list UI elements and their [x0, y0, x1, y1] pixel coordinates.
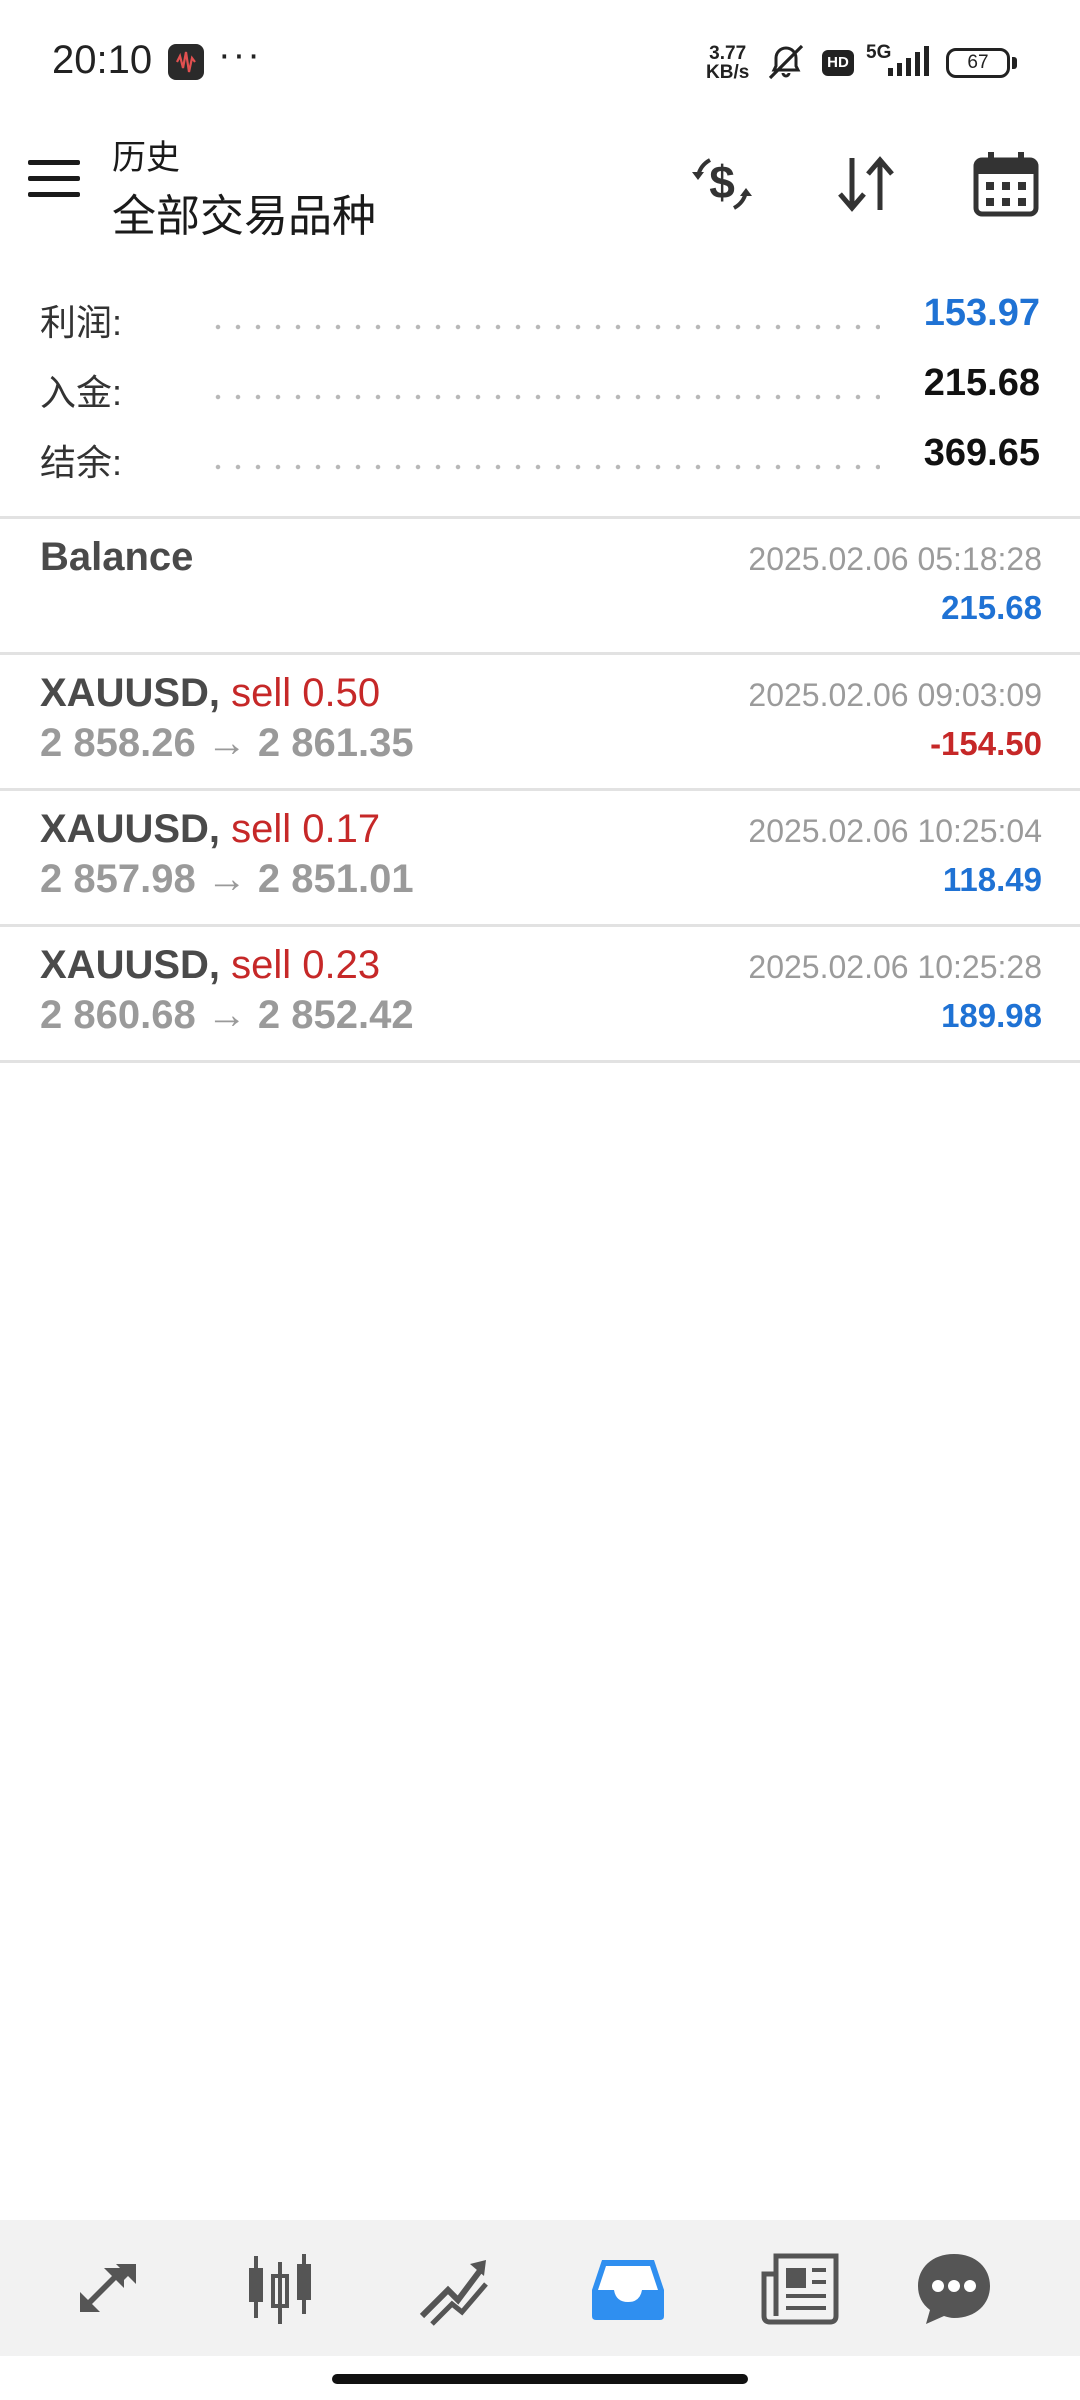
net-speed-unit: KB/s: [706, 62, 750, 83]
dotted-leader: [208, 324, 880, 330]
hd-icon: HD: [822, 50, 854, 76]
deal-time: 2025.02.06 10:25:28: [748, 949, 1042, 985]
status-bar: 20:10 ··· 3.77 KB/s HD 5G 67: [0, 0, 1080, 128]
chat-icon[interactable]: [912, 2246, 996, 2330]
deal-profit: 118.49: [942, 861, 1042, 898]
deal-symbol: XAUUSD, sell 0.50: [40, 671, 380, 716]
deal-symbol: XAUUSD, sell 0.23: [40, 943, 380, 988]
deal-side: sell 0.50: [231, 671, 381, 715]
deal-side: sell 0.17: [231, 807, 381, 851]
deposit-value: 215.68: [923, 362, 1040, 404]
header-title[interactable]: 全部交易品种: [112, 180, 376, 244]
menu-icon[interactable]: [28, 160, 80, 200]
battery-icon: 67: [946, 48, 1010, 78]
deal-symbol-text: XAUUSD: [40, 807, 209, 851]
deal-prices: 2 857.98 → 2 851.01: [40, 857, 414, 901]
deal-time: 2025.02.06 09:03:09: [748, 677, 1042, 713]
summary-deposit-row: 入金: 215.68: [0, 358, 1080, 418]
status-time: 20:10: [52, 38, 153, 82]
trade-icon[interactable]: [412, 2246, 496, 2330]
deal-profit: 215.68: [941, 589, 1042, 626]
quotes-icon[interactable]: [66, 2246, 150, 2330]
profit-label: 利润:: [40, 302, 123, 343]
chart-icon[interactable]: [238, 2246, 322, 2330]
calendar-icon[interactable]: [968, 146, 1044, 222]
balance-label: 结余:: [40, 442, 123, 483]
deal-profit: 189.98: [941, 997, 1042, 1034]
deal-profit: -154.50: [930, 725, 1042, 762]
mute-icon: [764, 42, 808, 87]
summary-balance-row: 结余: 369.65: [0, 428, 1080, 488]
deal-row[interactable]: XAUUSD, sell 0.50 2 858.26 → 2 861.35 20…: [0, 655, 1080, 787]
battery-tip: [1012, 57, 1017, 69]
signal-icon: [886, 46, 936, 83]
deal-time: 2025.02.06 10:25:04: [748, 813, 1042, 849]
profit-value: 153.97: [923, 292, 1040, 334]
dotted-leader: [208, 464, 880, 470]
status-more-icon: ···: [218, 34, 262, 76]
bottom-nav: [0, 2220, 1080, 2356]
divider: [0, 1060, 1080, 1063]
dotted-leader: [208, 394, 880, 400]
net-speed-value: 3.77: [709, 43, 747, 64]
deal-row-balance[interactable]: Balance 2025.02.06 05:18:28 215.68: [0, 519, 1080, 651]
deal-prices: 2 858.26 → 2 861.35: [40, 721, 414, 765]
deal-row[interactable]: XAUUSD, sell 0.23 2 860.68 → 2 852.42 20…: [0, 927, 1080, 1059]
deal-symbol: XAUUSD, sell 0.17: [40, 807, 380, 852]
deal-time: 2025.02.06 05:18:28: [748, 541, 1042, 577]
home-indicator[interactable]: [332, 2374, 748, 2384]
deposit-label: 入金:: [40, 372, 123, 413]
deal-name: Balance: [40, 535, 194, 579]
deal-separator: ,: [208, 807, 221, 851]
net-speed: 3.77 KB/s: [706, 44, 749, 82]
currency-exchange-icon[interactable]: $: [684, 146, 760, 222]
recorder-app-icon: [168, 44, 204, 80]
deal-symbol-text: XAUUSD: [40, 671, 209, 715]
news-icon[interactable]: [758, 2246, 842, 2330]
deal-side: sell 0.23: [231, 943, 381, 987]
deal-separator: ,: [208, 943, 221, 987]
history-icon[interactable]: [586, 2246, 670, 2330]
balance-value: 369.65: [923, 432, 1040, 474]
svg-text:$: $: [709, 156, 735, 208]
sort-icon[interactable]: [828, 146, 904, 222]
deal-separator: ,: [208, 671, 221, 715]
deal-row[interactable]: XAUUSD, sell 0.17 2 857.98 → 2 851.01 20…: [0, 791, 1080, 923]
deal-symbol-text: XAUUSD: [40, 943, 209, 987]
header-subtitle: 历史: [112, 139, 180, 177]
deal-prices: 2 860.68 → 2 852.42: [40, 993, 414, 1037]
summary-profit-row: 利润: 153.97: [0, 288, 1080, 348]
